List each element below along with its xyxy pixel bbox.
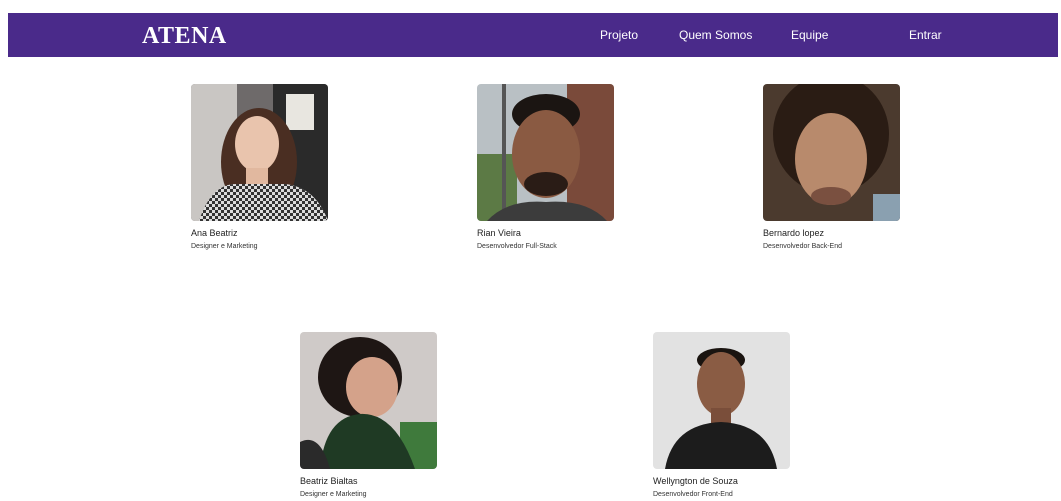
- team-member-card: Bernardo lopez Desenvolvedor Back-End: [763, 84, 963, 251]
- member-photo: [300, 332, 437, 469]
- member-name: Wellyngton de Souza: [653, 476, 738, 486]
- team-member-card: Beatriz Bialtas Designer e Marketing: [300, 332, 500, 499]
- member-photo: [477, 84, 614, 221]
- member-name: Beatriz Bialtas: [300, 476, 358, 486]
- member-role: Desenvolvedor Full-Stack: [477, 243, 557, 250]
- member-role: Designer e Marketing: [300, 491, 367, 498]
- nav-link-quem-somos[interactable]: Quem Somos: [679, 28, 752, 42]
- nav-link-projeto[interactable]: Projeto: [600, 28, 638, 42]
- member-photo: [191, 84, 328, 221]
- member-name: Ana Beatriz: [191, 228, 238, 238]
- nav-link-equipe[interactable]: Equipe: [791, 28, 828, 42]
- navbar: ATENA Projeto Quem Somos Equipe Entrar: [8, 13, 1058, 57]
- team-member-card: Wellyngton de Souza Desenvolvedor Front-…: [653, 332, 853, 499]
- member-name: Rian Vieira: [477, 228, 521, 238]
- member-photo: [763, 84, 900, 221]
- member-name: Bernardo lopez: [763, 228, 825, 238]
- member-role: Designer e Marketing: [191, 243, 258, 250]
- team-member-card: Rian Vieira Desenvolvedor Full-Stack: [477, 84, 677, 251]
- team-member-card: Ana Beatriz Designer e Marketing: [191, 84, 391, 251]
- nav-link-entrar[interactable]: Entrar: [909, 28, 942, 42]
- site-logo[interactable]: ATENA: [142, 23, 227, 49]
- member-role: Desenvolvedor Front-End: [653, 491, 733, 498]
- member-role: Desenvolvedor Back-End: [763, 243, 842, 250]
- member-photo: [653, 332, 790, 469]
